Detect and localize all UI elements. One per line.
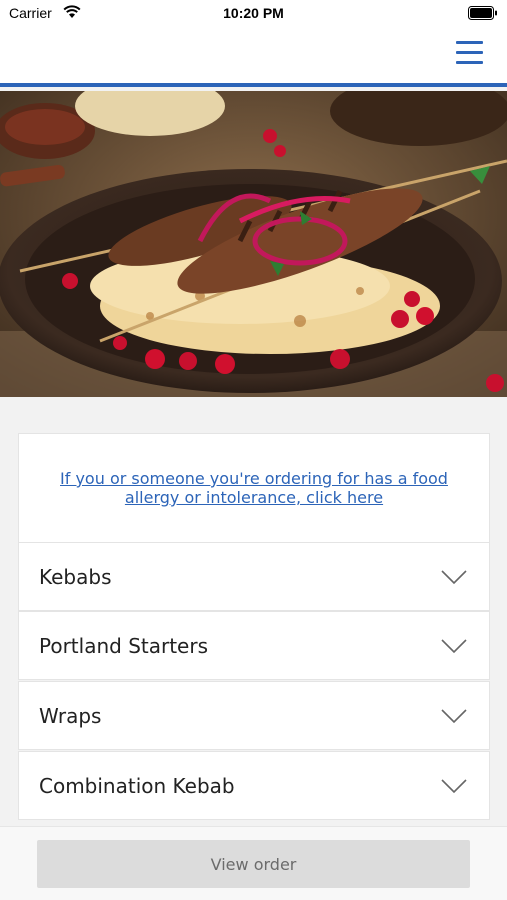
category-label: Portland Starters xyxy=(39,634,208,658)
chevron-down-icon xyxy=(441,570,467,585)
status-bar: Carrier 10:20 PM xyxy=(0,0,507,28)
category-row-combination-kebab[interactable]: Combination Kebab xyxy=(18,751,490,820)
view-order-button[interactable]: View order xyxy=(37,840,470,888)
chevron-down-icon xyxy=(441,639,467,654)
category-label: Combination Kebab xyxy=(39,774,235,798)
chevron-down-icon xyxy=(441,779,467,794)
category-label: Wraps xyxy=(39,704,102,728)
bottom-bar: View order xyxy=(0,826,507,900)
allergy-link[interactable]: If you or someone you're ordering for ha… xyxy=(19,469,489,507)
status-time: 10:20 PM xyxy=(223,5,284,21)
top-nav-bar xyxy=(0,28,507,87)
category-row-kebabs[interactable]: Kebabs xyxy=(18,542,490,611)
category-row-wraps[interactable]: Wraps xyxy=(18,681,490,750)
category-label: Kebabs xyxy=(39,565,112,589)
hero-food-image xyxy=(0,91,507,397)
battery-icon xyxy=(468,6,497,20)
menu-card: If you or someone you're ordering for ha… xyxy=(18,433,490,833)
category-row-portland-starters[interactable]: Portland Starters xyxy=(18,611,490,680)
hamburger-menu-icon[interactable] xyxy=(456,41,483,65)
allergy-notice: If you or someone you're ordering for ha… xyxy=(18,433,490,543)
chevron-down-icon xyxy=(441,709,467,724)
